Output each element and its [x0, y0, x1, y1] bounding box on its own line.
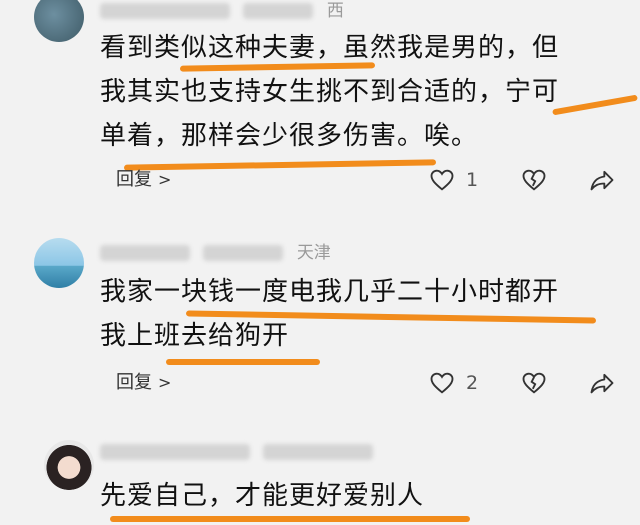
- chevron-right-icon: >: [158, 373, 172, 392]
- comment-text: 先爱自己，才能更好爱别人: [100, 474, 424, 518]
- reply-label: 回复: [116, 372, 152, 393]
- highlight-stroke: [166, 359, 320, 365]
- blurred-username: [100, 444, 250, 460]
- highlight-stroke: [552, 94, 638, 116]
- broken-heart-icon[interactable]: [520, 369, 548, 397]
- comment-line: 单着，那样会少很多伤害。唉。: [100, 121, 479, 151]
- comment-meta: 西: [100, 0, 344, 21]
- comment-actions: 回复 > 2: [116, 366, 616, 400]
- comment-line: 我家一块钱一度电我几乎二十小时都开: [100, 277, 560, 307]
- broken-heart-icon[interactable]: [520, 166, 548, 194]
- blurred-username: [100, 245, 190, 261]
- comment-text: 看到类似这种夫妻，虽然我是男的，但 我其实也支持女生挑不到合适的，宁可 单着，那…: [100, 26, 559, 158]
- comment-line: 我其实也支持女生挑不到合适的，宁可: [100, 77, 560, 107]
- like-heart-icon[interactable]: [428, 369, 456, 397]
- comment-location: 天津: [296, 243, 331, 263]
- reply-label: 回复: [116, 169, 152, 190]
- share-icon[interactable]: [588, 369, 616, 397]
- blurred-time: [263, 444, 374, 460]
- highlight-stroke: [110, 516, 470, 522]
- avatar[interactable]: [34, 238, 84, 288]
- chevron-right-icon: >: [158, 170, 172, 189]
- avatar[interactable]: [34, 0, 84, 42]
- blurred-time: [203, 245, 284, 261]
- blurred-time: [243, 3, 314, 19]
- reply-button[interactable]: 回复 >: [116, 366, 171, 400]
- blurred-username: [100, 3, 230, 19]
- comment-location: 西: [326, 1, 344, 21]
- comment-meta: 天津: [100, 238, 331, 263]
- reply-button[interactable]: 回复 >: [116, 163, 171, 197]
- comment-meta: [100, 442, 381, 462]
- like-count: 1: [466, 169, 479, 191]
- share-icon[interactable]: [588, 166, 616, 194]
- avatar[interactable]: [44, 440, 94, 490]
- like-heart-icon[interactable]: [428, 166, 456, 194]
- like-count: 2: [466, 372, 479, 394]
- comment-line: 先爱自己，才能更好爱别人: [100, 481, 425, 511]
- comment-actions: 回复 > 1: [116, 163, 616, 197]
